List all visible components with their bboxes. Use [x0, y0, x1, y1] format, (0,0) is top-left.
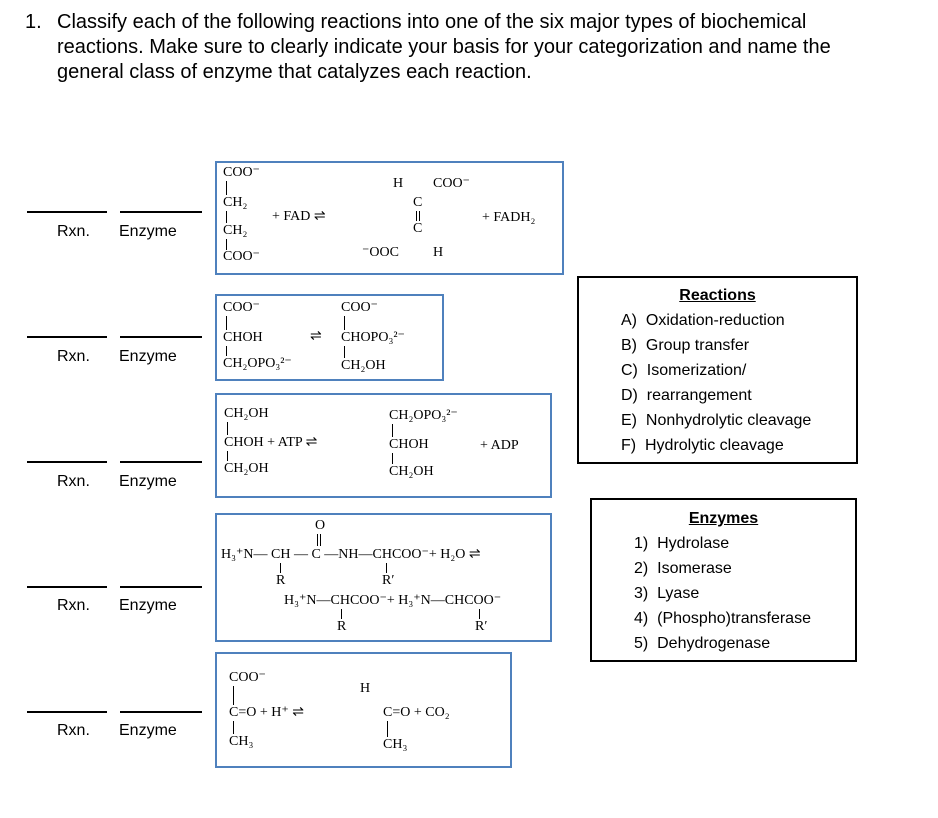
rxn-label: Rxn.	[57, 722, 90, 739]
bond	[387, 721, 388, 737]
chem-text: + FADH₂	[482, 210, 536, 225]
chem-text: C	[413, 195, 423, 210]
reaction-type-item: C) Isomerization/	[621, 362, 747, 379]
question-line-2: reactions. Make sure to clearly indicate…	[57, 36, 831, 58]
chem-text: COO⁻	[223, 300, 260, 315]
rxn-blank[interactable]	[27, 211, 107, 213]
bond	[392, 424, 393, 437]
rxn-label: Rxn.	[57, 597, 90, 614]
rxn-label: Rxn.	[57, 223, 90, 240]
enzymes-box: Enzymes 1) Hydrolase 2) Isomerase 3) Lya…	[590, 498, 857, 662]
chem-text: O	[315, 518, 326, 533]
enzyme-item: 2) Isomerase	[634, 560, 732, 577]
bond	[233, 721, 234, 734]
reaction-type-item: D) rearrangement	[621, 387, 752, 404]
enzyme-blank[interactable]	[120, 211, 202, 213]
bond	[344, 316, 345, 330]
bond	[226, 346, 227, 356]
chem-text: COO⁻	[223, 165, 260, 180]
chem-text: H	[393, 176, 404, 191]
enzyme-label: Enzyme	[119, 597, 177, 614]
enzyme-item: 4) (Phospho)transferase	[634, 610, 811, 627]
reaction-type-item: A) Oxidation-reduction	[621, 312, 785, 329]
chem-text: COO⁻	[341, 300, 378, 315]
chem-text: CH₂OH	[224, 406, 269, 421]
question-number: 1.	[25, 11, 42, 33]
bond	[280, 563, 281, 573]
bond	[479, 609, 480, 619]
reaction-types-box: Reactions A) Oxidation-reduction B) Grou…	[577, 276, 858, 464]
chem-text: H₃⁺N— CH — C —NH—CHCOO⁻+ H₂O ⇌	[221, 547, 481, 562]
enzyme-blank[interactable]	[120, 461, 202, 463]
rxn-blank[interactable]	[27, 586, 107, 588]
chem-text: CHOPO₃²⁻	[341, 330, 405, 345]
chem-text: CH₃	[229, 734, 254, 749]
chem-text: C=O + CO₂	[383, 705, 450, 720]
chem-text: H₃⁺N—CHCOO⁻+ H₃⁺N—CHCOO⁻	[284, 593, 502, 608]
bond	[226, 316, 227, 330]
enzyme-blank[interactable]	[120, 336, 202, 338]
chem-text: CH₂	[223, 195, 248, 210]
enzyme-item: 1) Hydrolase	[634, 535, 730, 552]
chem-text: CHOH + ATP ⇌	[224, 435, 318, 450]
rxn-blank[interactable]	[27, 461, 107, 463]
enzyme-blank[interactable]	[120, 586, 202, 588]
chem-text: C	[413, 221, 423, 236]
bond	[341, 609, 342, 619]
bond	[226, 181, 227, 195]
chem-text: COO⁻	[223, 249, 260, 264]
rxn-blank[interactable]	[27, 336, 107, 338]
reaction-type-item: E) Nonhydrolytic cleavage	[621, 412, 812, 429]
chem-text: COO⁻	[433, 176, 470, 191]
enzyme-item: 5) Dehydrogenase	[634, 635, 771, 652]
chem-text: COO⁻	[229, 670, 266, 685]
chem-text: CH₂OH	[341, 358, 386, 373]
enzyme-label: Enzyme	[119, 223, 177, 240]
bond	[416, 211, 417, 221]
chem-text: CH₃	[383, 737, 408, 752]
chem-text: C=O + H⁺ ⇌	[229, 705, 304, 720]
bond	[233, 686, 234, 705]
chem-text: CHOH	[389, 437, 429, 452]
enzyme-label: Enzyme	[119, 348, 177, 365]
chem-text: + FAD ⇌	[272, 209, 326, 224]
bond	[320, 534, 321, 546]
enzyme-label: Enzyme	[119, 473, 177, 490]
rxn-blank[interactable]	[27, 711, 107, 713]
chem-text: H	[360, 681, 371, 696]
enzymes-title: Enzymes	[688, 510, 759, 527]
bond	[392, 453, 393, 464]
chem-text: CH₂	[223, 223, 248, 238]
chem-text: R′	[382, 573, 395, 588]
bond	[227, 451, 228, 461]
bond	[386, 563, 387, 573]
bond	[317, 534, 318, 546]
chem-text: CH₂OPO₃²⁻	[389, 408, 458, 423]
bond	[226, 211, 227, 223]
enzyme-label: Enzyme	[119, 722, 177, 739]
chem-text: R	[337, 619, 347, 634]
chem-text: CH₂OH	[389, 464, 434, 479]
question-line-1: Classify each of the following reactions…	[57, 11, 807, 33]
bond	[419, 211, 420, 221]
reaction-types-title: Reactions	[679, 287, 756, 304]
chem-text: + ADP	[480, 438, 519, 453]
reaction-type-item: B) Group transfer	[621, 337, 750, 354]
enzyme-item: 3) Lyase	[634, 585, 700, 602]
reaction-type-item: F) Hydrolytic cleavage	[621, 437, 784, 454]
bond	[227, 422, 228, 435]
chem-text: R′	[475, 619, 488, 634]
chem-text: CH₂OH	[224, 461, 269, 476]
chem-text: R	[276, 573, 286, 588]
rxn-label: Rxn.	[57, 473, 90, 490]
question-line-3: general class of enzyme that catalyzes e…	[57, 61, 532, 83]
chem-text: ⇌	[310, 329, 322, 344]
bond	[344, 346, 345, 358]
chem-text: H	[433, 245, 444, 260]
rxn-label: Rxn.	[57, 348, 90, 365]
enzyme-blank[interactable]	[120, 711, 202, 713]
chem-text: CH₂OPO₃²⁻	[223, 356, 292, 371]
chem-text: CHOH	[223, 330, 263, 345]
chem-text: ⁻OOC	[362, 245, 399, 260]
